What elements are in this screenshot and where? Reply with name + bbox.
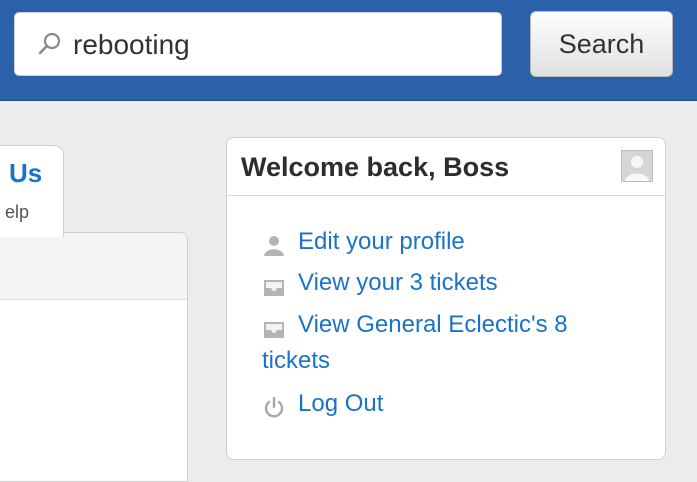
- view-org-tickets-label: View General Eclectic's 8: [298, 311, 568, 338]
- view-tickets-label: View your 3 tickets: [298, 269, 498, 296]
- tab-subtitle: elp: [5, 202, 30, 222]
- edit-profile-label: Edit your profile: [298, 228, 465, 255]
- edit-profile-link[interactable]: Edit your profile: [264, 224, 654, 260]
- log-out-link[interactable]: Log Out: [264, 386, 654, 422]
- left-panel-header: [0, 233, 187, 300]
- welcome-title: Welcome back, Boss: [241, 152, 510, 182]
- user-icon: [262, 232, 286, 256]
- avatar[interactable]: [621, 150, 653, 182]
- tray-icon: [262, 315, 286, 338]
- contact-us-tab[interactable]: Us elp: [0, 145, 64, 237]
- welcome-header: Welcome back, Boss: [227, 138, 665, 196]
- log-out-label: Log Out: [298, 390, 384, 417]
- view-org-tickets-label-cont[interactable]: tickets: [262, 343, 330, 379]
- search-button[interactable]: Search: [530, 11, 673, 77]
- search-icon: [37, 31, 63, 57]
- tray-icon: [262, 273, 286, 296]
- search-box[interactable]: [14, 12, 502, 76]
- view-tickets-link[interactable]: View your 3 tickets: [264, 265, 654, 301]
- view-org-tickets-link[interactable]: View General Eclectic's 8: [264, 307, 654, 343]
- top-bar: Search: [0, 0, 697, 101]
- power-icon: [262, 394, 286, 418]
- search-input[interactable]: [73, 25, 483, 65]
- left-panel: [0, 232, 188, 482]
- tab-title: Us: [9, 158, 43, 188]
